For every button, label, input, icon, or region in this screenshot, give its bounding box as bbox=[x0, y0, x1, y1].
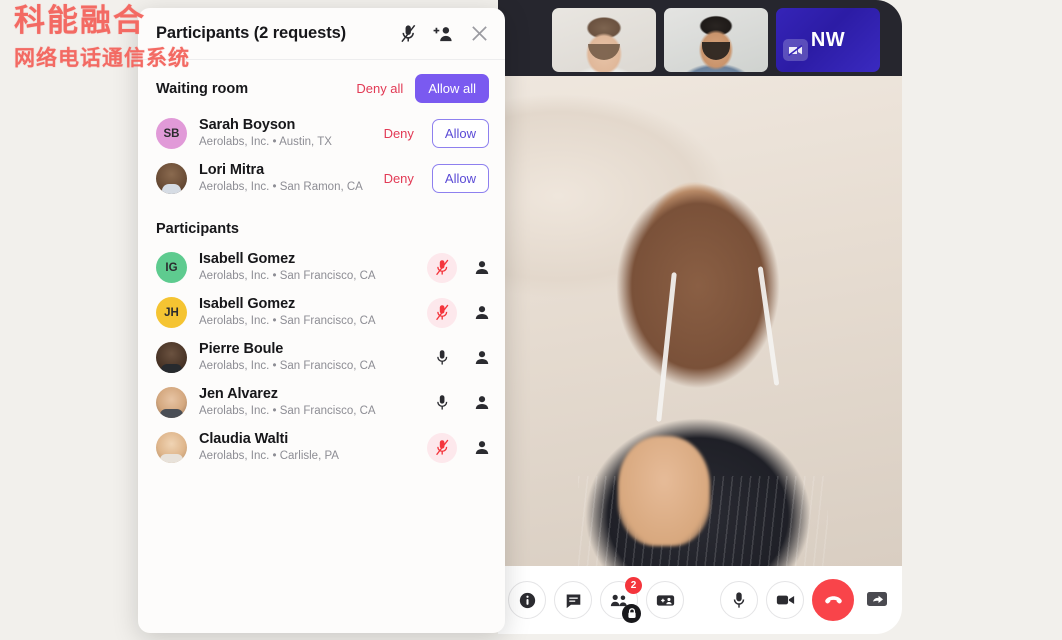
thumbnail-participant-1[interactable] bbox=[552, 8, 656, 72]
avatar bbox=[156, 387, 187, 418]
earbud-cable-right bbox=[757, 266, 780, 386]
participant-actions bbox=[427, 297, 489, 328]
person-name: Isabell Gomez bbox=[199, 251, 296, 267]
person-name: Sarah Boyson bbox=[199, 117, 296, 133]
person-options-icon[interactable] bbox=[475, 350, 489, 365]
participant-row[interactable]: JH Isabell Gomez Aerolabs, Inc. • San Fr… bbox=[138, 290, 505, 335]
person-meta: Aerolabs, Inc. • San Ramon, CA bbox=[199, 181, 363, 193]
panel-empty-space bbox=[138, 470, 505, 633]
person-options-icon[interactable] bbox=[475, 440, 489, 455]
person-name: Jen Alvarez bbox=[199, 386, 278, 402]
person-options-icon[interactable] bbox=[475, 260, 489, 275]
avatar: JH bbox=[156, 297, 187, 328]
microphone-icon[interactable] bbox=[427, 388, 457, 418]
avatar-initials: JH bbox=[164, 306, 179, 319]
person-options-icon[interactable] bbox=[475, 395, 489, 410]
person-info: Lori Mitra Aerolabs, Inc. • San Ramon, C… bbox=[199, 162, 363, 195]
person-name: Lori Mitra bbox=[199, 162, 265, 178]
participant-actions bbox=[427, 252, 489, 283]
participant-row[interactable]: Pierre Boule Aerolabs, Inc. • San Franci… bbox=[138, 335, 505, 380]
person-meta: Aerolabs, Inc. • San Francisco, CA bbox=[199, 270, 376, 282]
participants-panel: Participants (2 requests) Waiting room D… bbox=[138, 8, 505, 633]
thumbnail-participant-2[interactable] bbox=[664, 8, 768, 72]
waiting-room-request-row[interactable]: SB Sarah Boyson Aerolabs, Inc. • Austin,… bbox=[138, 111, 505, 156]
microphone-muted-icon[interactable] bbox=[427, 297, 457, 328]
camera-off-icon bbox=[783, 39, 808, 61]
video-thumbnail-bar: NW bbox=[498, 0, 902, 76]
person-name: Pierre Boule bbox=[199, 341, 284, 357]
thumbnail-strip: NW bbox=[552, 8, 880, 72]
person-meta: Aerolabs, Inc. • San Francisco, CA bbox=[199, 360, 376, 372]
person-info: Claudia Walti Aerolabs, Inc. • Carlisle,… bbox=[199, 431, 339, 464]
earbud-cable-left bbox=[656, 272, 677, 422]
deny-all-button[interactable]: Deny all bbox=[356, 81, 403, 96]
avatar: IG bbox=[156, 252, 187, 283]
waiting-room-request-row[interactable]: Lori Mitra Aerolabs, Inc. • San Ramon, C… bbox=[138, 156, 505, 201]
waiting-room-actions: Deny all Allow all bbox=[356, 74, 489, 103]
call-controls-toolbar: 2 bbox=[498, 566, 902, 634]
thumbnail-initials: NW bbox=[810, 28, 846, 51]
participants-button[interactable]: 2 bbox=[600, 577, 642, 623]
screen-share-button[interactable] bbox=[862, 585, 892, 615]
allow-all-button[interactable]: Allow all bbox=[415, 74, 489, 103]
panel-header: Participants (2 requests) bbox=[138, 8, 505, 60]
person-info: Sarah Boyson Aerolabs, Inc. • Austin, TX bbox=[199, 117, 332, 150]
participant-row[interactable]: Claudia Walti Aerolabs, Inc. • Carlisle,… bbox=[138, 425, 505, 470]
person-options-icon[interactable] bbox=[475, 305, 489, 320]
participant-actions bbox=[427, 343, 489, 373]
person-info: Jen Alvarez Aerolabs, Inc. • San Francis… bbox=[199, 386, 376, 419]
waiting-room-header: Waiting room Deny all Allow all bbox=[138, 60, 505, 111]
add-participant-icon[interactable] bbox=[433, 25, 454, 43]
camera-button[interactable] bbox=[766, 581, 804, 619]
allow-button[interactable]: Allow bbox=[431, 119, 489, 148]
participants-header: Participants bbox=[138, 201, 505, 245]
avatar: SB bbox=[156, 118, 187, 149]
avatar-initials: SB bbox=[163, 127, 180, 140]
microphone-muted-icon[interactable] bbox=[427, 432, 457, 463]
avatar bbox=[156, 432, 187, 463]
lock-icon bbox=[622, 604, 641, 623]
toolbar-left-group: 2 bbox=[508, 577, 684, 623]
speaker-hand bbox=[618, 436, 710, 546]
person-name: Isabell Gomez bbox=[199, 296, 296, 312]
request-actions: Deny Allow bbox=[384, 164, 489, 193]
person-meta: Aerolabs, Inc. • Carlisle, PA bbox=[199, 450, 339, 462]
chat-button[interactable] bbox=[554, 581, 592, 619]
toolbar-right-group bbox=[720, 579, 892, 621]
person-meta: Aerolabs, Inc. • San Francisco, CA bbox=[199, 405, 376, 417]
info-button[interactable] bbox=[508, 581, 546, 619]
waiting-room-title: Waiting room bbox=[156, 80, 249, 97]
close-icon[interactable] bbox=[470, 24, 489, 43]
avatar bbox=[156, 163, 187, 194]
panel-title: Participants (2 requests) bbox=[156, 24, 347, 42]
participant-row[interactable]: IG Isabell Gomez Aerolabs, Inc. • San Fr… bbox=[138, 245, 505, 290]
microphone-button[interactable] bbox=[720, 581, 758, 619]
microphone-muted-icon[interactable] bbox=[427, 252, 457, 283]
participant-actions bbox=[427, 432, 489, 463]
invite-button[interactable] bbox=[646, 581, 684, 619]
request-actions: Deny Allow bbox=[384, 119, 489, 148]
hangup-button[interactable] bbox=[812, 579, 854, 621]
microphone-icon[interactable] bbox=[427, 343, 457, 373]
allow-button[interactable]: Allow bbox=[431, 164, 489, 193]
mute-all-icon[interactable] bbox=[400, 24, 417, 43]
participant-row[interactable]: Jen Alvarez Aerolabs, Inc. • San Francis… bbox=[138, 380, 505, 425]
person-meta: Aerolabs, Inc. • Austin, TX bbox=[199, 136, 332, 148]
person-info: Isabell Gomez Aerolabs, Inc. • San Franc… bbox=[199, 296, 376, 329]
person-name: Claudia Walti bbox=[199, 431, 289, 447]
person-meta: Aerolabs, Inc. • San Francisco, CA bbox=[199, 315, 376, 327]
video-call-window: NW 2 bbox=[498, 0, 902, 634]
participant-actions bbox=[427, 388, 489, 418]
participants-badge: 2 bbox=[625, 577, 642, 594]
participants-title: Participants bbox=[156, 221, 239, 237]
person-info: Isabell Gomez Aerolabs, Inc. • San Franc… bbox=[199, 251, 376, 284]
main-video-feed[interactable] bbox=[498, 76, 902, 566]
avatar bbox=[156, 342, 187, 373]
thumbnail-participant-3[interactable]: NW bbox=[776, 8, 880, 72]
person-info: Pierre Boule Aerolabs, Inc. • San Franci… bbox=[199, 341, 376, 374]
deny-button[interactable]: Deny bbox=[384, 171, 414, 186]
panel-header-actions bbox=[400, 24, 489, 43]
deny-button[interactable]: Deny bbox=[384, 126, 414, 141]
avatar-initials: IG bbox=[165, 261, 178, 274]
